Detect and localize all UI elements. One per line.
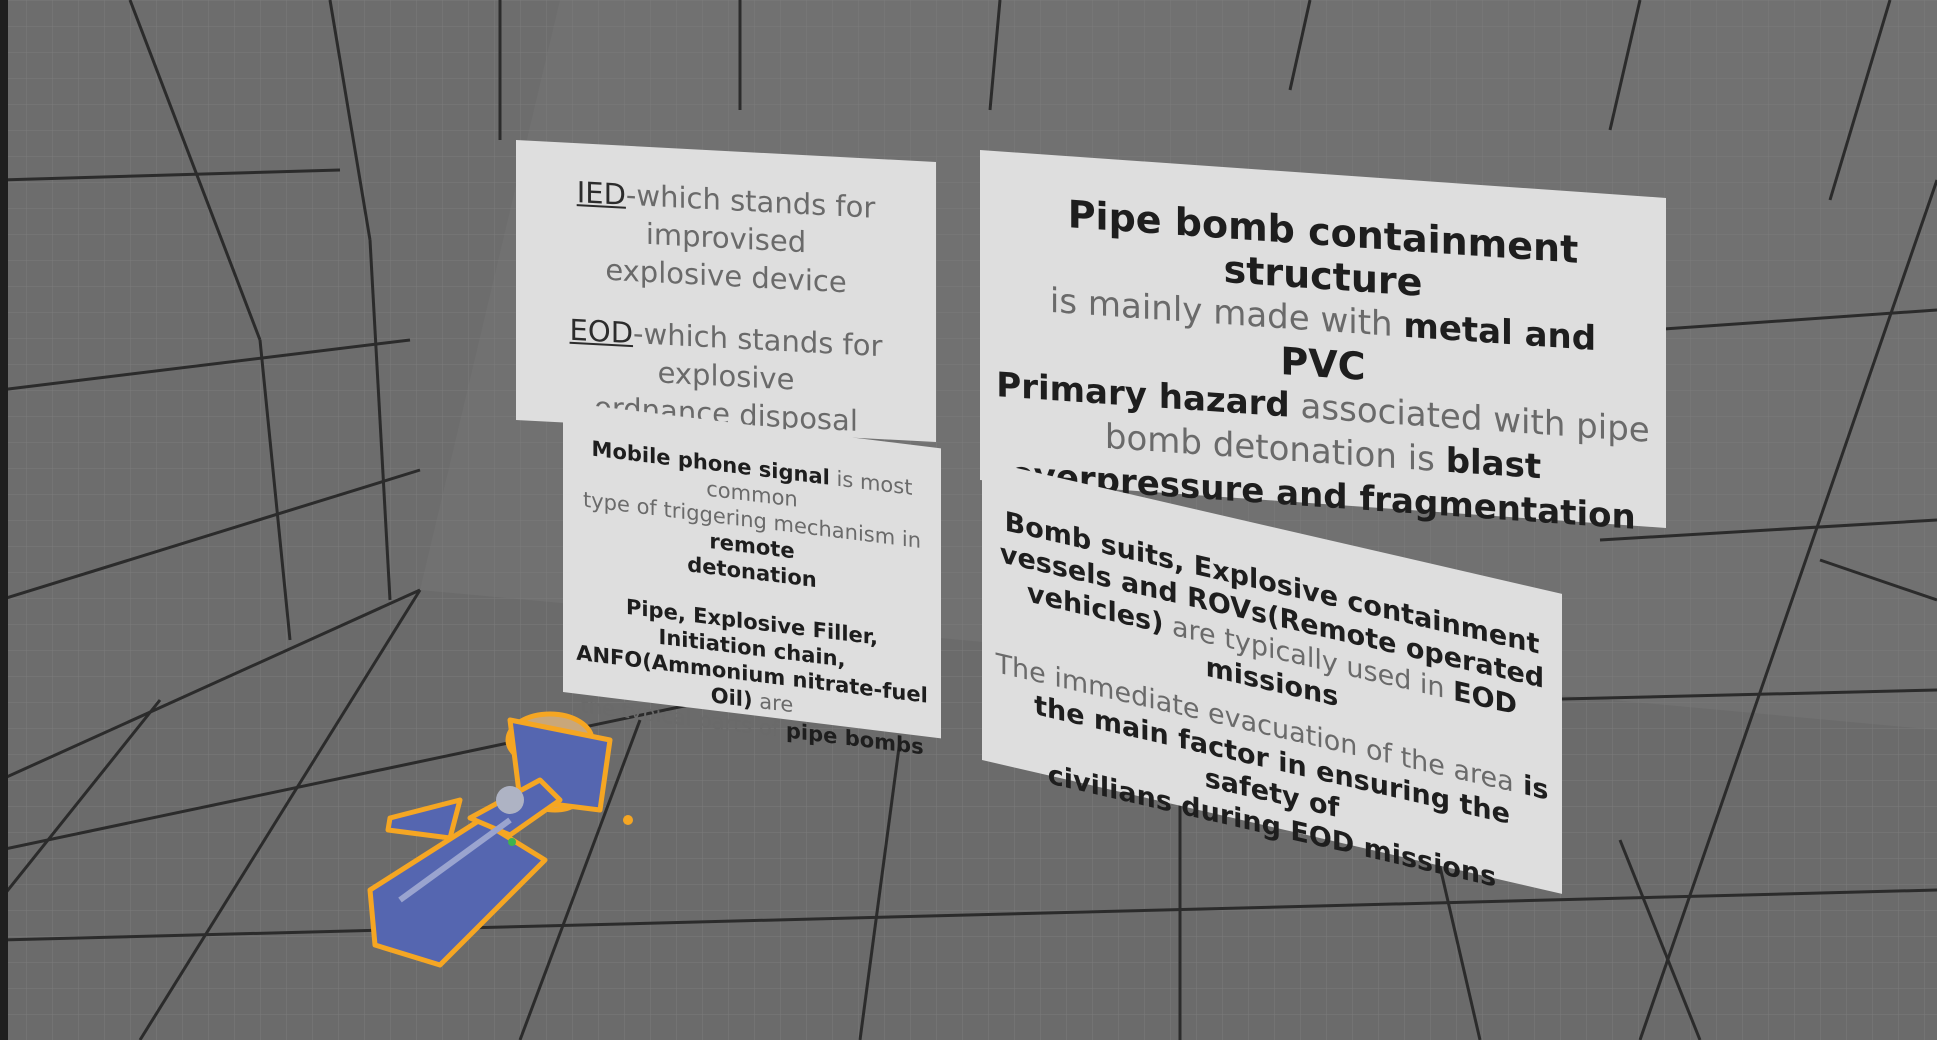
ied-term: IED bbox=[576, 175, 626, 212]
evac-l1-b: is bbox=[1513, 767, 1549, 807]
selected-robot-model-icon[interactable] bbox=[360, 700, 660, 970]
info-panel-ied-eod: IED-which stands for improvised explosiv… bbox=[516, 140, 936, 489]
info-panel-trigger: Mobile phone signal is most common type … bbox=[563, 402, 941, 759]
ied-text-a: -which stands for improvised bbox=[625, 177, 876, 260]
eod-text-a: -which stands for explosive bbox=[633, 316, 883, 397]
info-panel-pipe-bomb: Pipe bomb containment structure is mainl… bbox=[980, 150, 1666, 538]
eod-term: EOD bbox=[569, 312, 634, 351]
left-edge-shadow bbox=[0, 0, 8, 1040]
parts-l2-b: are bbox=[752, 688, 794, 718]
vr-viewport[interactable]: IED-which stands for improvised explosiv… bbox=[0, 0, 1937, 1040]
pipe-l5-b: blast bbox=[1445, 440, 1542, 488]
